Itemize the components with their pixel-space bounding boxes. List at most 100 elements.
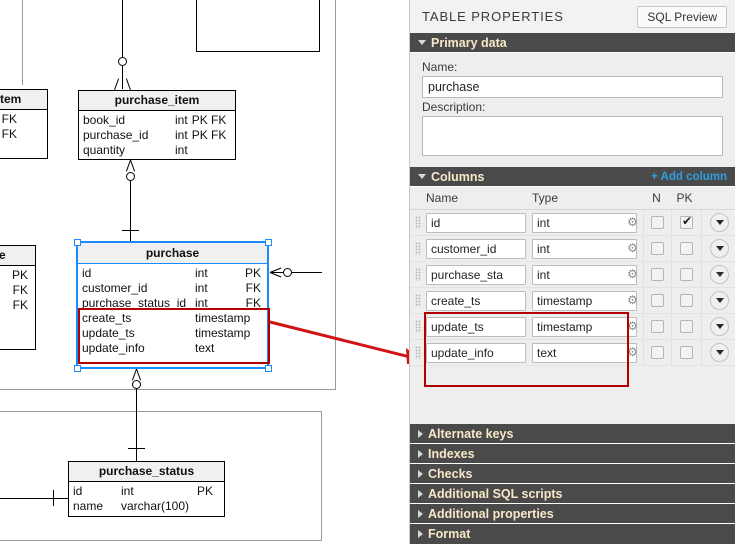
column-type: timestamp xyxy=(195,311,251,325)
row-drag-handle[interactable] xyxy=(410,346,426,359)
column-name-input[interactable] xyxy=(426,212,526,233)
nullable-checkbox[interactable] xyxy=(651,268,664,281)
diagram-frame-line xyxy=(0,411,322,412)
row-drag-handle[interactable] xyxy=(410,320,426,333)
nullable-checkbox[interactable] xyxy=(651,346,664,359)
nullable-checkbox[interactable] xyxy=(651,216,664,229)
nullable-checkbox[interactable] xyxy=(651,320,664,333)
nullable-checkbox[interactable] xyxy=(651,294,664,307)
column-type-input[interactable] xyxy=(532,342,637,363)
selection-handle[interactable] xyxy=(74,365,81,372)
table-row[interactable]: ⚙ ✕ xyxy=(410,262,735,288)
diagram-frame-line xyxy=(0,540,322,541)
entity-box-purchase-item-clipped[interactable]: item t PK FK t PK FK t xyxy=(0,89,48,159)
entity-title: purchase xyxy=(78,243,267,264)
row-menu-button[interactable] xyxy=(710,343,729,362)
erd-diagram-canvas[interactable]: item t PK FK t PK FK t purchase_item xyxy=(0,0,409,544)
column-name: create_ts xyxy=(82,311,132,325)
relationship-line xyxy=(292,272,322,273)
section-label: Additional properties xyxy=(428,506,554,521)
section-header-alternate-keys[interactable]: Alternate keys xyxy=(410,424,735,444)
primary-key-checkbox[interactable] xyxy=(680,294,693,307)
row-drag-handle[interactable] xyxy=(410,216,426,229)
entity-column-row: id int PK xyxy=(73,484,220,499)
column-name-input[interactable] xyxy=(426,238,526,259)
section-header-additional-sql-scripts[interactable]: Additional SQL scripts xyxy=(410,484,735,504)
column-type: int xyxy=(195,296,208,310)
row-menu-button[interactable] xyxy=(710,317,729,336)
selection-handle[interactable] xyxy=(265,239,272,246)
table-row[interactable]: ⚙ ✕ xyxy=(410,340,735,366)
column-type-input[interactable] xyxy=(532,316,637,337)
chevron-down-icon xyxy=(715,220,724,225)
column-type-input[interactable] xyxy=(532,264,637,285)
row-drag-handle[interactable] xyxy=(410,268,426,281)
primary-key-checkbox[interactable] xyxy=(680,242,693,255)
section-header-additional-properties[interactable]: Additional properties xyxy=(410,504,735,524)
add-column-button[interactable]: + Add column xyxy=(651,167,735,187)
column-type-input[interactable] xyxy=(532,238,637,259)
column-header-actions xyxy=(699,187,735,209)
row-menu-button[interactable] xyxy=(710,213,729,232)
entity-column-row: name varchar(100) xyxy=(73,499,220,514)
section-header-checks[interactable]: Checks xyxy=(410,464,735,484)
relationship-one-marker xyxy=(122,230,139,231)
gear-icon[interactable]: ⚙ xyxy=(626,267,639,281)
table-row[interactable]: ⚙ ✕ xyxy=(410,314,735,340)
row-menu-button[interactable] xyxy=(710,265,729,284)
selection-handle[interactable] xyxy=(74,239,81,246)
diagram-frame-line xyxy=(0,389,336,390)
entity-box-purchase[interactable]: purchase id int PK customer_id int FK pu… xyxy=(76,241,269,369)
entity-box-clipped-top[interactable] xyxy=(196,0,320,52)
column-name: purchase_status_id xyxy=(82,296,187,310)
row-menu-button[interactable] xyxy=(710,239,729,258)
table-row[interactable]: ⚙ ✕ xyxy=(410,210,735,236)
column-name-input[interactable] xyxy=(426,342,526,363)
gear-icon[interactable]: ⚙ xyxy=(626,215,639,229)
column-type-input[interactable] xyxy=(532,212,637,233)
primary-key-checkbox[interactable] xyxy=(680,268,693,281)
primary-key-checkbox[interactable] xyxy=(680,346,693,359)
row-drag-handle[interactable] xyxy=(410,242,426,255)
column-name-input[interactable] xyxy=(426,316,526,337)
column-name: customer_id xyxy=(82,281,148,295)
row-menu-button[interactable] xyxy=(710,291,729,310)
entity-box-purchase-item[interactable]: purchase_item book_id int PK FK purchase… xyxy=(78,90,236,160)
column-key: PK FK xyxy=(191,128,227,142)
table-name-input[interactable] xyxy=(422,76,723,98)
column-name-input[interactable] xyxy=(426,264,526,285)
gear-icon[interactable]: ⚙ xyxy=(626,319,639,333)
chevron-right-icon xyxy=(418,449,423,458)
section-header-format[interactable]: Format xyxy=(410,524,735,544)
entity-column-row: purchase_status_id int FK xyxy=(82,296,263,311)
table-row[interactable]: ⚙ ✕ xyxy=(410,288,735,314)
section-header-indexes[interactable]: Indexes xyxy=(410,444,735,464)
column-type: text xyxy=(195,341,215,355)
column-name: update_info xyxy=(82,341,145,355)
table-description-input[interactable] xyxy=(422,116,723,156)
entity-box-purchase-status[interactable]: purchase_status id int PK name varchar(1… xyxy=(68,461,225,517)
section-header-columns[interactable]: Columns + Add column xyxy=(410,167,735,187)
chevron-down-icon xyxy=(715,324,724,329)
relationship-optional-marker xyxy=(126,172,135,181)
primary-key-checkbox[interactable] xyxy=(680,320,693,333)
column-type-input[interactable] xyxy=(532,290,637,311)
row-drag-handle[interactable] xyxy=(410,294,426,307)
relationship-line xyxy=(270,272,283,273)
entity-column-row: stamp xyxy=(0,313,31,328)
gear-icon[interactable]: ⚙ xyxy=(626,241,639,255)
gear-icon[interactable]: ⚙ xyxy=(626,293,639,307)
nullable-checkbox[interactable] xyxy=(651,242,664,255)
column-name-input[interactable] xyxy=(426,290,526,311)
drag-grip-icon xyxy=(415,216,421,229)
collapsed-sections-list: Alternate keys Indexes Checks Additional… xyxy=(410,424,735,544)
section-body-primary-data: Name: Description: xyxy=(410,53,735,167)
sql-preview-button[interactable]: SQL Preview xyxy=(637,5,727,28)
entity-box-purchase-clipped[interactable]: se PK FK FK stamp stamp xyxy=(0,245,36,350)
table-row[interactable]: ⚙ ✕ xyxy=(410,236,735,262)
section-header-primary-data[interactable]: Primary data xyxy=(410,33,735,53)
primary-key-checkbox[interactable] xyxy=(680,214,693,229)
column-key: PK FK xyxy=(191,113,227,127)
column-name: name xyxy=(73,499,104,513)
gear-icon[interactable]: ⚙ xyxy=(626,345,639,359)
